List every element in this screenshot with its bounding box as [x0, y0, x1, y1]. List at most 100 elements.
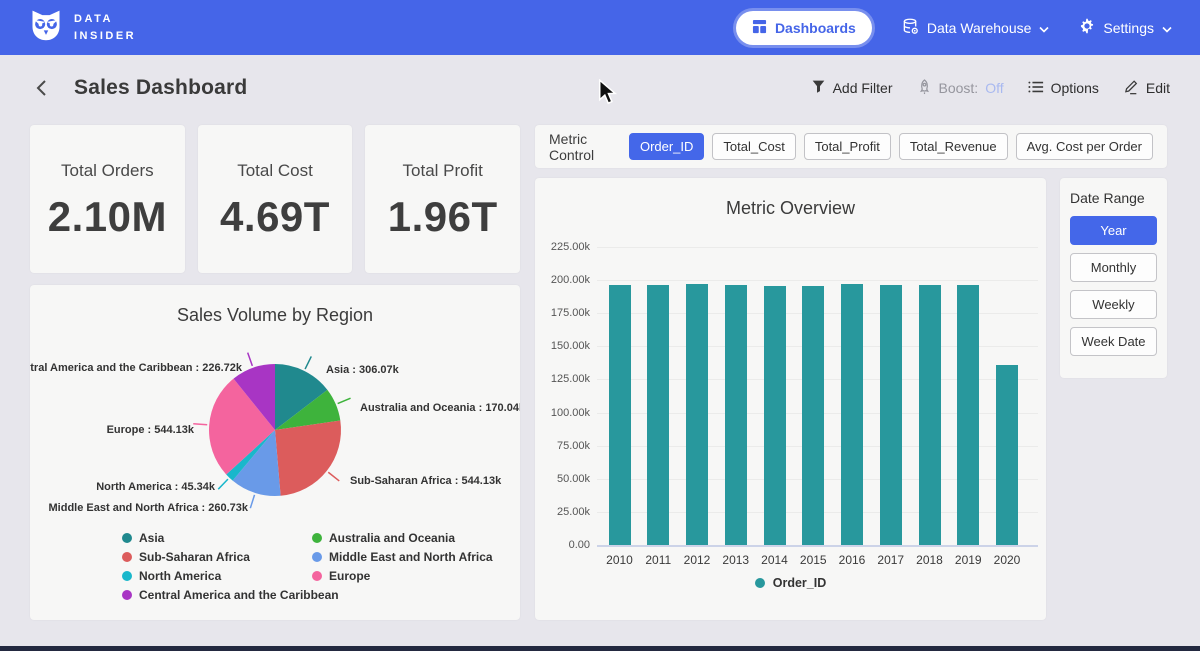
legend-item-middle-east-and-north-africa[interactable]: Middle East and North Africa	[312, 550, 493, 564]
bar-2018[interactable]	[919, 285, 941, 545]
legend-item-australia-and-oceania[interactable]: Australia and Oceania	[312, 531, 493, 545]
legend-label: Central America and the Caribbean	[139, 588, 339, 602]
legend-item-europe[interactable]: Europe	[312, 569, 493, 583]
y-tick-label: 125.00k	[540, 373, 590, 385]
bar-2012[interactable]	[686, 284, 708, 545]
kpi-card-total-profit: Total Profit 1.96T	[365, 125, 520, 273]
bar-2013[interactable]	[725, 285, 747, 545]
kpi-label: Total Orders	[30, 161, 185, 181]
pie-leader-line	[248, 353, 253, 366]
metric-option-total-revenue[interactable]: Total_Revenue	[899, 133, 1008, 160]
back-button[interactable]	[30, 76, 54, 100]
bar-2015[interactable]	[802, 286, 824, 545]
gear-icon	[1079, 18, 1095, 37]
y-tick-label: 25.00k	[540, 506, 590, 518]
data-warehouse-label: Data Warehouse	[927, 20, 1032, 36]
pie-legend-column-2: Australia and Oceania Middle East and Nor…	[312, 531, 493, 588]
add-filter-label: Add Filter	[833, 80, 893, 96]
edit-label: Edit	[1146, 80, 1170, 96]
kpi-row: Total Orders 2.10M Total Cost 4.69T Tota…	[30, 125, 520, 273]
dashboards-label: Dashboards	[775, 20, 856, 36]
options-button[interactable]: Options	[1028, 80, 1099, 97]
bar-2010[interactable]	[609, 285, 631, 545]
legend-label: Europe	[329, 569, 370, 583]
bar-2017[interactable]	[880, 285, 902, 545]
bar-legend-label: Order_ID	[773, 576, 827, 590]
x-tick-label: 2016	[832, 553, 872, 567]
date-range-option-monthly[interactable]: Monthly	[1070, 253, 1157, 282]
database-icon	[902, 18, 919, 38]
legend-dot	[122, 571, 132, 581]
chevron-down-icon	[1039, 20, 1049, 36]
bar-chart-card: Metric Overview 0.0025.00k50.00k75.00k10…	[535, 178, 1046, 620]
legend-dot	[312, 533, 322, 543]
options-label: Options	[1051, 80, 1099, 96]
x-tick-label: 2013	[716, 553, 756, 567]
page-title: Sales Dashboard	[74, 76, 247, 100]
bar-chart-legend: Order_ID	[535, 576, 1046, 590]
bar-2014[interactable]	[764, 286, 786, 545]
x-tick-label: 2012	[677, 553, 717, 567]
legend-item-central-america-and-the-caribbean[interactable]: Central America and the Caribbean	[122, 588, 339, 602]
dashboards-nav-button[interactable]: Dashboards	[736, 11, 872, 45]
kpi-value: 2.10M	[30, 193, 185, 241]
grid-line	[597, 545, 1038, 547]
bar-2011[interactable]	[647, 285, 669, 545]
legend-label: North America	[139, 569, 221, 583]
page-header: Sales Dashboard Add Filter Boost: Off	[0, 55, 1200, 121]
legend-label: Asia	[139, 531, 164, 545]
bar-2020[interactable]	[996, 365, 1018, 545]
list-options-icon	[1028, 80, 1044, 97]
pie-chart-card: Sales Volume by Region Asia : 306.07kAus…	[30, 285, 520, 620]
legend-item-north-america[interactable]: North America	[122, 569, 339, 583]
pie-leader-line	[328, 472, 339, 481]
legend-dot	[122, 533, 132, 543]
date-range-panel: Date Range YearMonthlyWeeklyWeek Date	[1060, 178, 1167, 378]
y-tick-label: 50.00k	[540, 473, 590, 485]
kpi-value: 4.69T	[198, 193, 353, 241]
bottom-edge-strip	[0, 646, 1200, 651]
owl-logo-icon	[28, 7, 64, 48]
legend-dot	[122, 590, 132, 600]
bar-2016[interactable]	[841, 284, 863, 545]
x-tick-label: 2011	[638, 553, 678, 567]
metric-option-order-id[interactable]: Order_ID	[629, 133, 704, 160]
chevron-down-icon	[1162, 20, 1172, 36]
pie-label-europe: Europe : 544.13k	[107, 424, 195, 436]
kpi-card-total-cost: Total Cost 4.69T	[198, 125, 353, 273]
date-range-option-year[interactable]: Year	[1070, 216, 1157, 245]
kpi-label: Total Profit	[365, 161, 520, 181]
pie-label-central-america-and-the-caribbean: Central America and the Caribbean : 226.…	[30, 362, 243, 374]
edit-button[interactable]: Edit	[1123, 79, 1170, 98]
pie-leader-line	[305, 356, 311, 369]
y-tick-label: 75.00k	[540, 440, 590, 452]
add-filter-button[interactable]: Add Filter	[811, 79, 893, 97]
brand: DATA INSIDER	[28, 7, 136, 48]
settings-menu[interactable]: Settings	[1079, 18, 1172, 37]
x-tick-label: 2014	[755, 553, 795, 567]
legend-dot	[312, 571, 322, 581]
date-range-option-week-date[interactable]: Week Date	[1070, 327, 1157, 356]
filter-funnel-icon	[811, 79, 826, 97]
kpi-label: Total Cost	[198, 161, 353, 181]
date-range-option-weekly[interactable]: Weekly	[1070, 290, 1157, 319]
x-tick-label: 2015	[793, 553, 833, 567]
data-warehouse-menu[interactable]: Data Warehouse	[902, 18, 1050, 38]
boost-toggle[interactable]: Boost: Off	[917, 79, 1004, 98]
legend-item-asia[interactable]: Asia	[122, 531, 339, 545]
pencil-icon	[1123, 79, 1139, 98]
pie-label-north-america: North America : 45.34k	[96, 481, 216, 493]
pie-leader-line	[193, 424, 207, 425]
legend-label: Australia and Oceania	[329, 531, 455, 545]
grid-line	[597, 280, 1038, 281]
metric-control-bar: Metric Control Order_IDTotal_CostTotal_P…	[535, 125, 1167, 168]
y-tick-label: 175.00k	[540, 307, 590, 319]
metric-option-total-profit[interactable]: Total_Profit	[804, 133, 891, 160]
metric-option-total-cost[interactable]: Total_Cost	[712, 133, 795, 160]
bar-2019[interactable]	[957, 285, 979, 545]
legend-dot	[755, 578, 765, 588]
y-tick-label: 150.00k	[540, 340, 590, 352]
legend-item-sub-saharan-africa[interactable]: Sub-Saharan Africa	[122, 550, 339, 564]
pie-slice-sub-saharan-africa[interactable]	[275, 421, 341, 496]
metric-option-avg-cost-per-order[interactable]: Avg. Cost per Order	[1016, 133, 1153, 160]
